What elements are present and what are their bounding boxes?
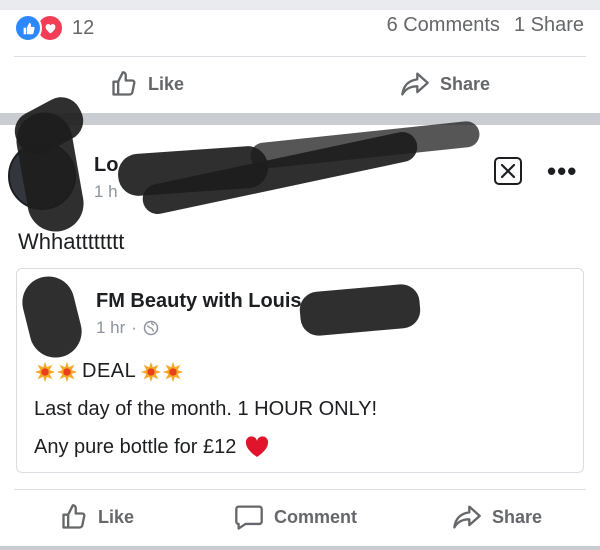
more-options-icon[interactable]: •••: [547, 156, 577, 187]
globe-icon: [143, 320, 159, 336]
reactions-summary[interactable]: 12: [14, 14, 94, 42]
comments-count-link[interactable]: 6 Comments: [387, 14, 500, 36]
feed-separator: [0, 113, 600, 125]
close-icon: [500, 163, 516, 179]
meta-dot: ·: [131, 318, 137, 337]
deal-line: DEAL: [34, 360, 184, 383]
share-arrow-icon: [401, 72, 429, 96]
like-label: Like: [98, 506, 135, 527]
red-heart-icon: [246, 436, 269, 457]
collision-emoji-icon: [163, 361, 184, 382]
post-author-name[interactable]: Lo: [94, 154, 118, 177]
shared-author-name[interactable]: FM Beauty with Louis: [96, 290, 302, 313]
shared-timestamp[interactable]: 1 hr: [96, 318, 125, 338]
collision-emoji-icon: [141, 361, 162, 382]
share-arrow-icon: [453, 505, 481, 529]
share-button[interactable]: Share: [452, 503, 542, 531]
hide-post-button[interactable]: [494, 157, 522, 185]
reaction-count: 12: [72, 16, 95, 39]
engagement-stats: 6 Comments 1 Share: [387, 14, 584, 37]
divider: [14, 489, 586, 490]
shared-post-line: Any pure bottle for £12: [34, 435, 270, 459]
like-button[interactable]: Like: [110, 70, 184, 98]
shared-post-line: Last day of the month. 1 HOUR ONLY!: [34, 398, 378, 420]
top-separator: [0, 0, 600, 10]
post-text: Whhatttttttt: [18, 229, 125, 254]
shares-count-link[interactable]: 1 Share: [514, 14, 584, 36]
comment-label: Comment: [274, 506, 358, 527]
collision-emoji-icon: [56, 361, 78, 382]
comment-button[interactable]: Comment: [234, 503, 357, 531]
share-label: Share: [492, 506, 543, 527]
share-label: Share: [440, 73, 491, 94]
bottom-separator: [0, 546, 600, 550]
price-text: Any pure bottle for £12: [34, 435, 237, 458]
like-reaction-icon: [14, 14, 42, 42]
thumbs-up-icon: [62, 504, 86, 529]
post-timestamp[interactable]: 1 h: [94, 182, 118, 202]
like-button[interactable]: Like: [60, 503, 134, 531]
divider: [14, 56, 586, 57]
share-button[interactable]: Share: [400, 70, 490, 98]
thumbs-up-icon: [112, 71, 136, 96]
collision-emoji-icon: [34, 361, 56, 382]
deal-label: DEAL: [82, 360, 137, 382]
comment-bubble-icon: [235, 505, 263, 530]
like-label: Like: [148, 73, 185, 94]
shared-post-meta: 1 hr ·: [96, 318, 159, 338]
